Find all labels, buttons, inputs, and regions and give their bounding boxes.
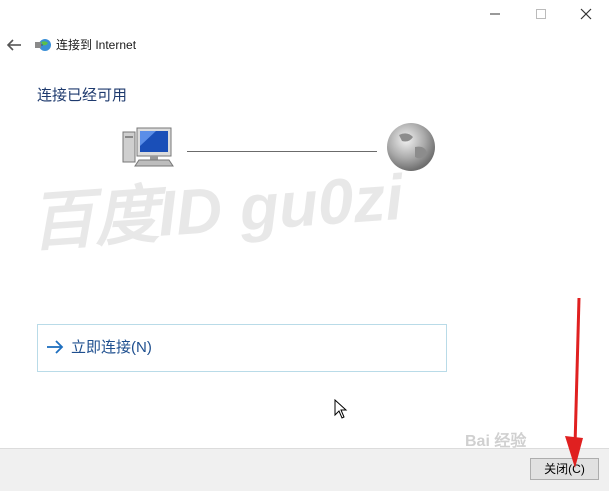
maximize-icon — [536, 9, 546, 19]
main-heading: 连接已经可用 — [37, 87, 128, 104]
mouse-cursor-icon — [334, 398, 348, 419]
annotation-arrow-icon — [553, 296, 587, 472]
watermark-text: 百度ID gu0zi — [27, 160, 406, 259]
connect-now-option[interactable]: 立即连接(N) — [37, 324, 447, 372]
window-title: 连接到 Internet — [56, 38, 137, 52]
computer-icon — [121, 126, 175, 168]
baidu-watermark: Bai 经验 — [465, 433, 527, 450]
close-icon — [580, 8, 592, 20]
minimize-button[interactable] — [472, 0, 518, 28]
right-arrow-icon — [47, 340, 64, 354]
connect-now-label: 立即连接(N) — [71, 339, 152, 356]
footer-bar: Bai 经验 关闭(C) — [0, 433, 609, 491]
back-arrow-icon — [6, 39, 21, 51]
connection-line — [187, 151, 377, 152]
back-button[interactable] — [4, 36, 24, 54]
window-close-button[interactable] — [563, 0, 609, 28]
minimize-icon — [490, 13, 500, 15]
network-globe-icon — [34, 37, 52, 53]
maximize-button[interactable] — [518, 0, 564, 28]
